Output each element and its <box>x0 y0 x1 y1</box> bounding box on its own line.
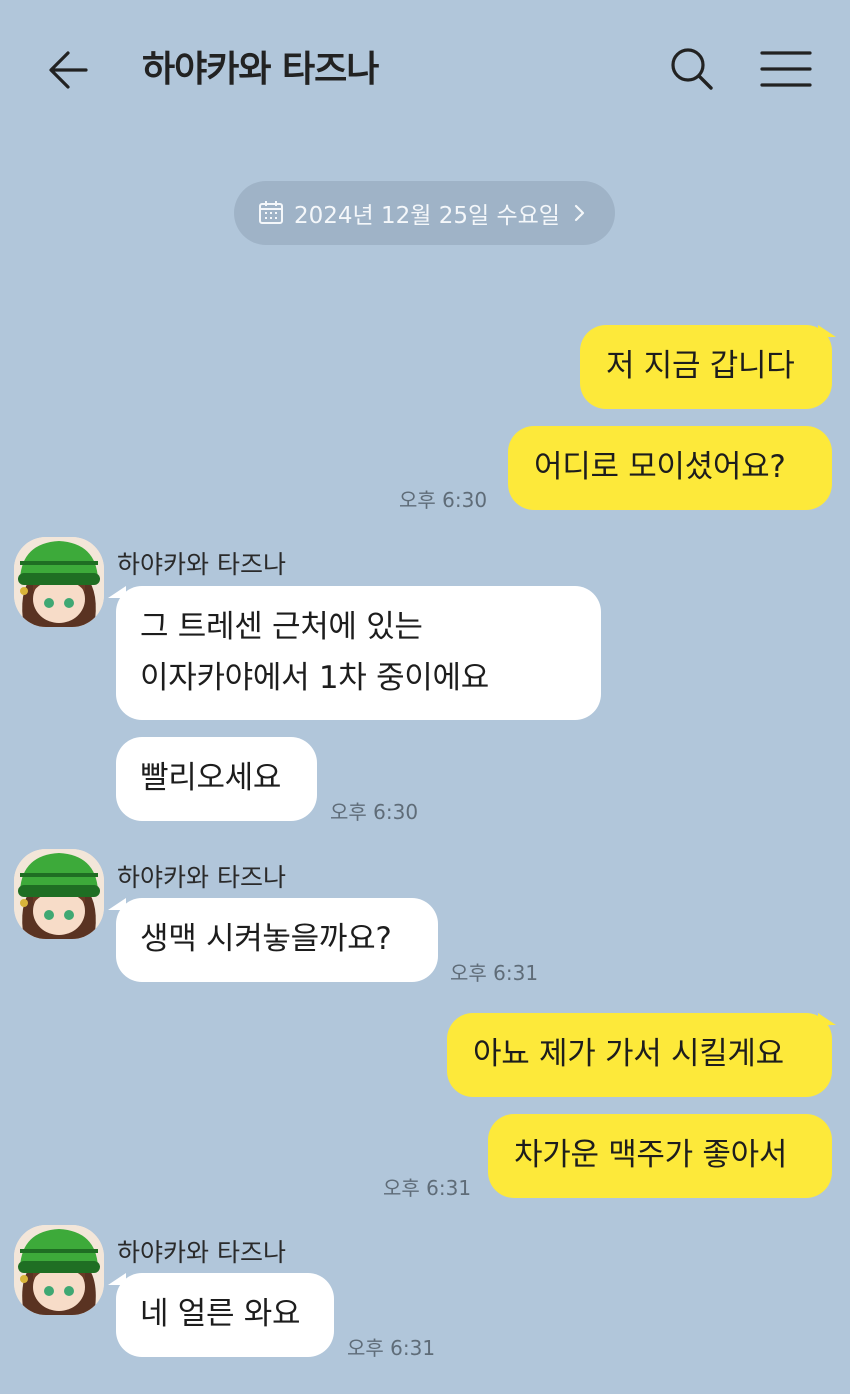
my-message-bubble[interactable]: 차가운 맥주가 좋아서 <box>488 1114 832 1198</box>
message-text: 차가운 맥주가 좋아서 <box>514 1137 788 1173</box>
message-line: 이자카야에서 1차 중이에요 <box>140 660 489 696</box>
avatar[interactable] <box>14 537 104 627</box>
hamburger-menu-icon <box>760 51 812 87</box>
message-text: 빨리오세요 <box>140 760 282 796</box>
my-message-bubble[interactable]: 어디로 모이셨어요? <box>508 426 832 510</box>
avatar-image <box>14 537 104 627</box>
message-text: 저 지금 갑니다 <box>606 348 795 384</box>
message-time: 오후 6:30 <box>399 488 488 512</box>
bubble-tail <box>818 1013 836 1025</box>
bubble-tail <box>818 325 836 337</box>
menu-button[interactable] <box>758 42 814 98</box>
message-text: 어디로 모이셨어요? <box>534 449 786 485</box>
message-text: 아뇨 제가 가서 시킬게요 <box>473 1036 784 1072</box>
message-time: 오후 6:31 <box>383 1176 472 1200</box>
sender-name: 하야카와 타즈나 <box>117 550 286 579</box>
chat-title: 하야카와 타즈나 <box>142 49 379 90</box>
avatar[interactable] <box>14 849 104 939</box>
sender-name: 하야카와 타즈나 <box>117 863 286 892</box>
sender-name: 하야카와 타즈나 <box>117 1238 286 1267</box>
message-text: 네 얼른 와요 <box>140 1296 301 1332</box>
avatar[interactable] <box>14 1225 104 1315</box>
message-text: 생맥 시켜놓을까요? <box>140 921 392 957</box>
date-text: 2024년 12월 25일 수요일 <box>294 203 560 229</box>
search-icon <box>671 48 713 90</box>
my-message-bubble[interactable]: 아뇨 제가 가서 시킬게요 <box>447 1013 832 1097</box>
their-message-bubble[interactable]: 네 얼른 와요 <box>116 1273 334 1357</box>
calendar-icon <box>259 201 283 224</box>
chevron-right-icon <box>574 204 585 222</box>
arrow-left-icon <box>49 51 88 89</box>
message-time: 오후 6:31 <box>450 961 539 985</box>
back-button[interactable] <box>42 42 98 98</box>
message-line: 그 트레센 근처에 있는 <box>140 609 423 645</box>
avatar-image <box>14 1225 104 1315</box>
search-button[interactable] <box>664 42 720 98</box>
their-message-bubble[interactable]: 생맥 시켜놓을까요? <box>116 898 438 982</box>
my-message-bubble[interactable]: 저 지금 갑니다 <box>580 325 832 409</box>
their-message-bubble[interactable]: 빨리오세요 <box>116 737 317 821</box>
date-pill[interactable]: 2024년 12월 25일 수요일 <box>234 181 615 245</box>
message-time: 오후 6:31 <box>347 1336 436 1360</box>
avatar-image <box>14 849 104 939</box>
their-message-bubble[interactable]: 그 트레센 근처에 있는 이자카야에서 1차 중이에요 <box>116 586 601 720</box>
message-time: 오후 6:30 <box>330 800 419 824</box>
